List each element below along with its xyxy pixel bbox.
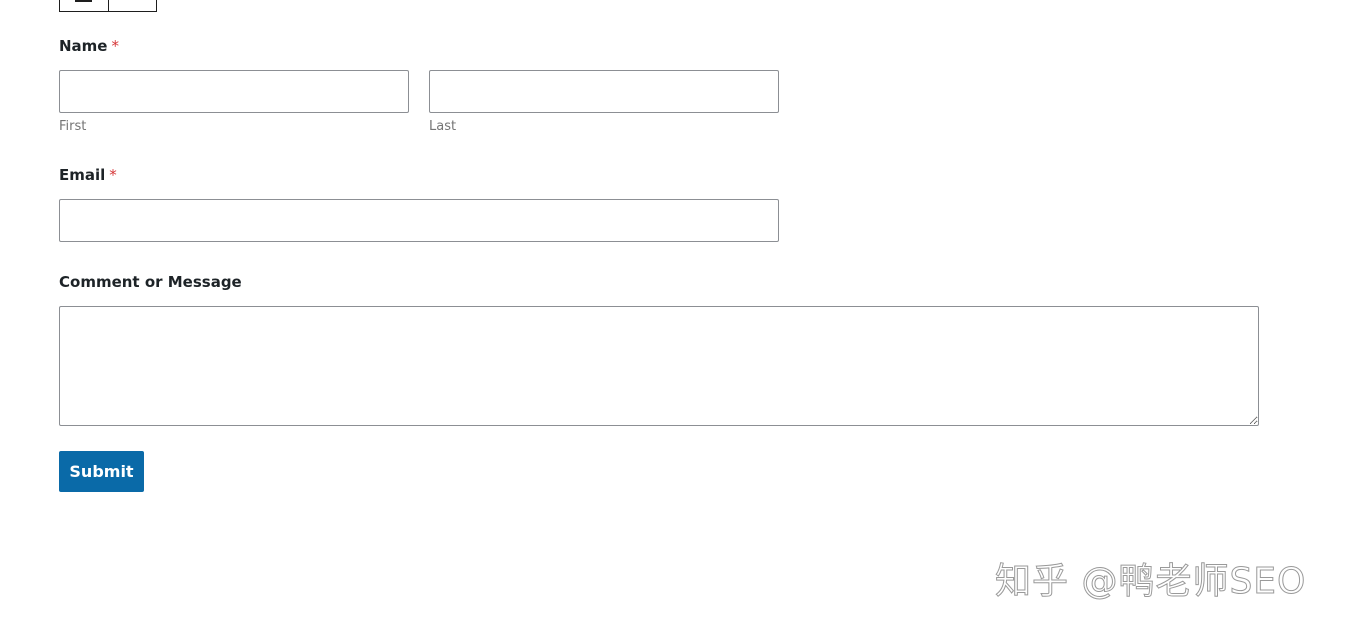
email-label: Email * — [59, 166, 117, 184]
email-required-mark: * — [109, 166, 117, 184]
block-toolbar — [59, 0, 157, 12]
last-name-input[interactable] — [429, 70, 779, 113]
message-label: Comment or Message — [59, 273, 242, 291]
name-label: Name * — [59, 37, 119, 55]
zhihu-watermark: 知乎 @鸭老师SEO — [994, 561, 1307, 603]
email-input[interactable] — [59, 199, 779, 242]
first-name-input[interactable] — [59, 70, 409, 113]
last-name-sublabel: Last — [429, 119, 457, 134]
first-name-sublabel: First — [59, 119, 87, 134]
message-label-text: Comment or Message — [59, 273, 242, 291]
message-textarea[interactable] — [59, 306, 1259, 426]
toolbar-button[interactable] — [108, 0, 156, 12]
toolbar-button-menu[interactable] — [60, 0, 108, 12]
email-label-text: Email — [59, 166, 106, 184]
menu-icon — [75, 0, 92, 2]
form-page: Name * First Last Email * Comment or Messa… — [0, 0, 1356, 631]
name-required-mark: * — [111, 37, 119, 55]
name-label-text: Name — [59, 37, 108, 55]
submit-button[interactable]: Submit — [59, 451, 144, 492]
